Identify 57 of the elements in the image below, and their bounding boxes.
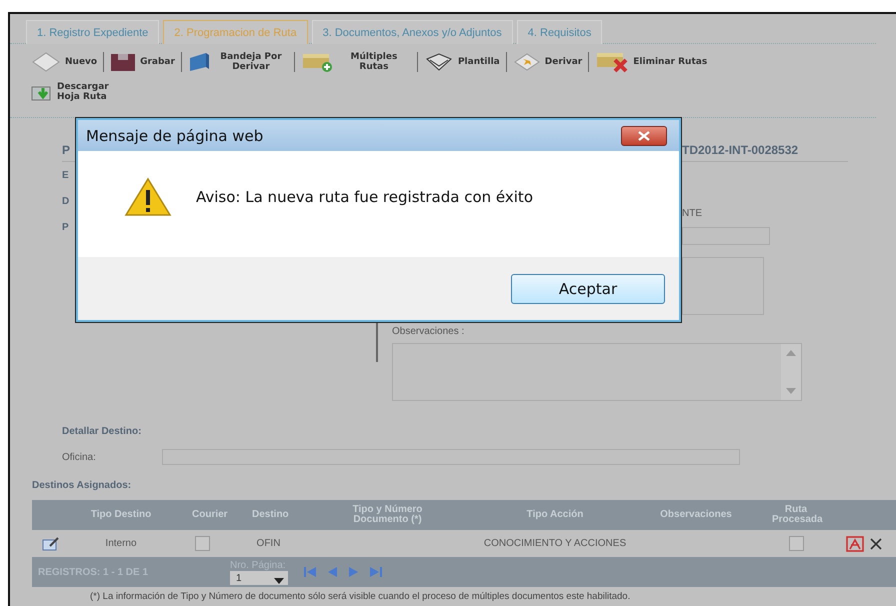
column-header: Destino bbox=[251, 510, 290, 520]
template-icon bbox=[424, 51, 454, 73]
column-header: Tipo y Número Documento (*) bbox=[352, 505, 424, 525]
observations-field[interactable] bbox=[392, 343, 802, 401]
stack-add-icon bbox=[300, 52, 333, 72]
toolbar-button[interactable]: Bandeja Por Derivar bbox=[184, 49, 291, 75]
caret-icon bbox=[274, 578, 284, 584]
stack-delete-icon bbox=[595, 51, 630, 73]
input-field[interactable] bbox=[682, 227, 770, 245]
table-cell-text: Interno bbox=[104, 538, 138, 549]
table-cell-text: CONOCIMIENTO Y ACCIONES bbox=[482, 538, 628, 549]
scrollbar[interactable] bbox=[781, 344, 801, 400]
toolbar-button[interactable]: Eliminar Rutas bbox=[592, 49, 710, 75]
text-area[interactable] bbox=[682, 257, 764, 315]
field-value: NTE bbox=[682, 208, 703, 219]
checkbox[interactable] bbox=[788, 536, 804, 551]
edit-icon[interactable] bbox=[42, 536, 60, 550]
folder-icon bbox=[188, 52, 210, 72]
page-select[interactable]: 1 bbox=[230, 570, 288, 584]
pdf-icon[interactable] bbox=[846, 536, 864, 552]
column-header: Tipo Destino bbox=[90, 510, 152, 520]
checkbox[interactable] bbox=[194, 536, 210, 551]
footnote: (*) La información de Tipo y Número de documento sólo será visible cuando el proceso de múltiples documentos este habilitado. bbox=[90, 591, 632, 602]
column-header: Tipo Acción bbox=[526, 510, 584, 520]
section-heading: Detallar Destino: bbox=[62, 426, 142, 439]
scroll-down-icon[interactable] bbox=[786, 388, 796, 394]
toolbar-button[interactable]: Descargar Hoja Ruta bbox=[28, 79, 116, 105]
scroll-up-icon[interactable] bbox=[786, 350, 796, 356]
previous-page-icon[interactable] bbox=[328, 567, 337, 577]
accept-button[interactable]: Aceptar bbox=[511, 274, 665, 304]
forward-icon bbox=[512, 51, 541, 73]
new-icon bbox=[31, 51, 61, 73]
toolbar-button[interactable]: Nuevo bbox=[28, 49, 100, 75]
delete-icon[interactable] bbox=[870, 538, 882, 550]
field-label: Observaciones : bbox=[392, 326, 466, 337]
toolbar-button[interactable]: Grabar bbox=[107, 49, 178, 75]
close-icon bbox=[637, 130, 651, 140]
toolbar-button[interactable]: Múltiples Rutas bbox=[298, 49, 414, 75]
warning-icon bbox=[124, 177, 172, 217]
section-heading: Destinos Asignados: bbox=[32, 480, 132, 493]
close-button[interactable] bbox=[621, 126, 667, 146]
column-header: Ruta Procesada bbox=[771, 505, 824, 525]
dialog-title: Mensaje de página web bbox=[86, 126, 264, 144]
field-label: E bbox=[62, 170, 70, 183]
field-label: D bbox=[62, 196, 70, 209]
field-label: Oficina: bbox=[61, 452, 97, 462]
table-cell-text: OFIN bbox=[256, 538, 282, 549]
column-header: Observaciones bbox=[659, 510, 733, 520]
toolbar-button[interactable]: Plantilla bbox=[420, 49, 503, 75]
toolbar-button[interactable]: Derivar bbox=[510, 49, 586, 75]
column-header: Courier bbox=[191, 510, 229, 520]
next-page-icon[interactable] bbox=[349, 567, 358, 577]
first-page-icon[interactable] bbox=[304, 567, 316, 577]
save-icon bbox=[110, 52, 136, 72]
field-label: P bbox=[62, 222, 70, 235]
last-page-icon[interactable] bbox=[370, 567, 382, 577]
dialog-message: Aviso: La nueva ruta fue registrada con éxito bbox=[196, 188, 533, 206]
